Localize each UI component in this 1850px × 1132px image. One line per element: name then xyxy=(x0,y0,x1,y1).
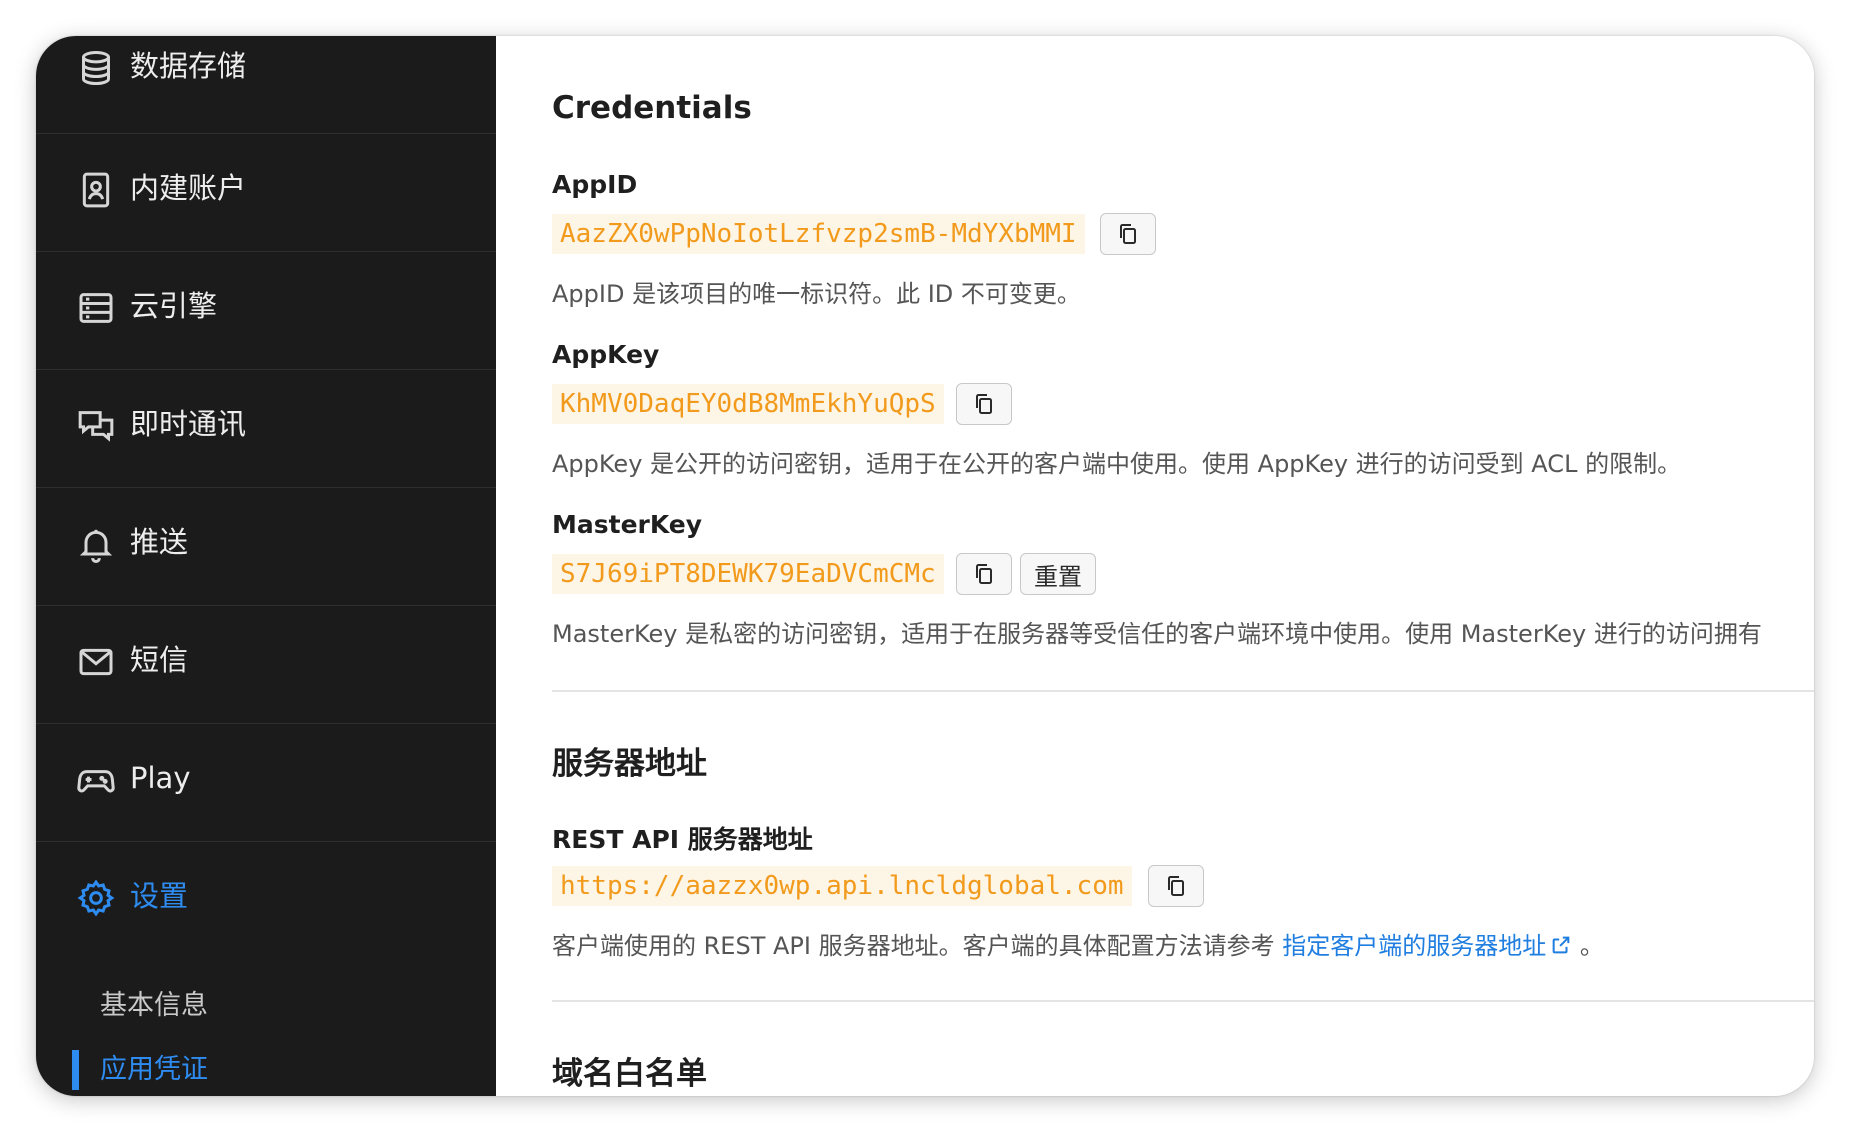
sidebar-item-settings[interactable]: 设置 xyxy=(36,842,496,960)
credentials-heading: Credentials xyxy=(552,90,752,126)
master-key-label: MasterKey xyxy=(552,510,703,539)
sidebar-item-play[interactable]: Play xyxy=(36,724,496,842)
app-key-description: AppKey 是公开的访问密钥，适用于在公开的客户端中使用。使用 AppKey … xyxy=(552,450,1682,478)
database-icon xyxy=(76,48,116,88)
sidebar-item-label: 设置 xyxy=(130,879,189,913)
app-id-description: AppID 是该项目的唯一标识符。此 ID 不可变更。 xyxy=(552,280,1081,308)
copy-icon xyxy=(972,392,996,416)
app-key-value: KhMV0DaqEY0dB8MmEkhYuQpS xyxy=(552,384,944,424)
app-id-value: AazZX0wPpNoIotLzfvzp2smB-MdYXbMMI xyxy=(552,214,1085,254)
sidebar-item-push[interactable]: 推送 xyxy=(36,488,496,606)
copy-icon xyxy=(1116,222,1140,246)
copy-master-key-button[interactable] xyxy=(956,553,1012,595)
section-divider xyxy=(552,690,1814,692)
sidebar-item-label: 云引擎 xyxy=(130,289,218,323)
section-divider xyxy=(552,1000,1814,1002)
master-key-description: MasterKey 是私密的访问密钥，适用于在服务器等受信任的客户端环境中使用。… xyxy=(552,620,1762,648)
app-window: 数据存储 内建账户 云引擎 即时通讯 推送 短信 Play 设置 基本信息 应用… xyxy=(36,36,1814,1096)
bell-icon xyxy=(76,524,116,564)
server-icon xyxy=(76,288,116,328)
copy-icon xyxy=(972,562,996,586)
app-key-label: AppKey xyxy=(552,340,660,369)
master-key-value: S7J69iPT8DEWK79EaDVCmCMc xyxy=(552,554,944,594)
rest-api-label: REST API 服务器地址 xyxy=(552,825,813,854)
server-address-heading: 服务器地址 xyxy=(552,746,707,782)
sidebar-item-builtin-accounts[interactable]: 内建账户 xyxy=(36,134,496,252)
user-card-icon xyxy=(76,170,116,210)
rest-api-description-text: 客户端使用的 REST API 服务器地址。客户端的具体配置方法请参考 xyxy=(552,932,1275,960)
sidebar-item-data-storage[interactable]: 数据存储 xyxy=(36,36,496,134)
app-id-label: AppID xyxy=(552,170,638,199)
sidebar-item-sms[interactable]: 短信 xyxy=(36,606,496,724)
reset-master-key-button[interactable]: 重置 xyxy=(1020,553,1096,595)
main-content: Credentials AppID AazZX0wPpNoIotLzfvzp2s… xyxy=(496,36,1814,1096)
external-link-icon xyxy=(1546,932,1572,960)
gear-icon xyxy=(76,878,116,918)
sidebar-item-label: Play xyxy=(130,761,191,795)
sidebar-subitem-basic-info[interactable]: 基本信息 xyxy=(100,986,208,1026)
mail-icon xyxy=(76,642,116,682)
copy-app-key-button[interactable] xyxy=(956,383,1012,425)
sidebar-item-cloud-engine[interactable]: 云引擎 xyxy=(36,252,496,370)
sidebar-item-label: 数据存储 xyxy=(130,49,247,83)
server-config-link[interactable]: 指定客户端的服务器地址 xyxy=(1282,932,1572,960)
gamepad-icon xyxy=(76,760,116,800)
sidebar-item-label: 内建账户 xyxy=(130,171,247,205)
copy-icon xyxy=(1164,874,1188,898)
active-indicator xyxy=(72,1050,79,1090)
rest-api-description-suffix: 。 xyxy=(1579,932,1604,960)
chat-bubbles-icon xyxy=(76,406,116,446)
rest-api-description: 客户端使用的 REST API 服务器地址。客户端的具体配置方法请参考 指定客户… xyxy=(552,926,1604,961)
sidebar-item-label: 推送 xyxy=(130,525,189,559)
copy-app-id-button[interactable] xyxy=(1100,213,1156,255)
sidebar-subitem-app-credentials[interactable]: 应用凭证 xyxy=(100,1050,208,1090)
sidebar-item-label: 即时通讯 xyxy=(130,407,247,441)
sidebar-item-label: 短信 xyxy=(130,643,189,677)
rest-api-url: https://aazzx0wp.api.lncldglobal.com xyxy=(552,866,1132,906)
server-config-link-text[interactable]: 指定客户端的服务器地址 xyxy=(1282,932,1546,960)
copy-rest-api-button[interactable] xyxy=(1148,865,1204,907)
sidebar-item-im[interactable]: 即时通讯 xyxy=(36,370,496,488)
domain-whitelist-heading: 域名白名单 xyxy=(552,1056,707,1092)
sidebar: 数据存储 内建账户 云引擎 即时通讯 推送 短信 Play 设置 基本信息 应用… xyxy=(36,36,496,1096)
